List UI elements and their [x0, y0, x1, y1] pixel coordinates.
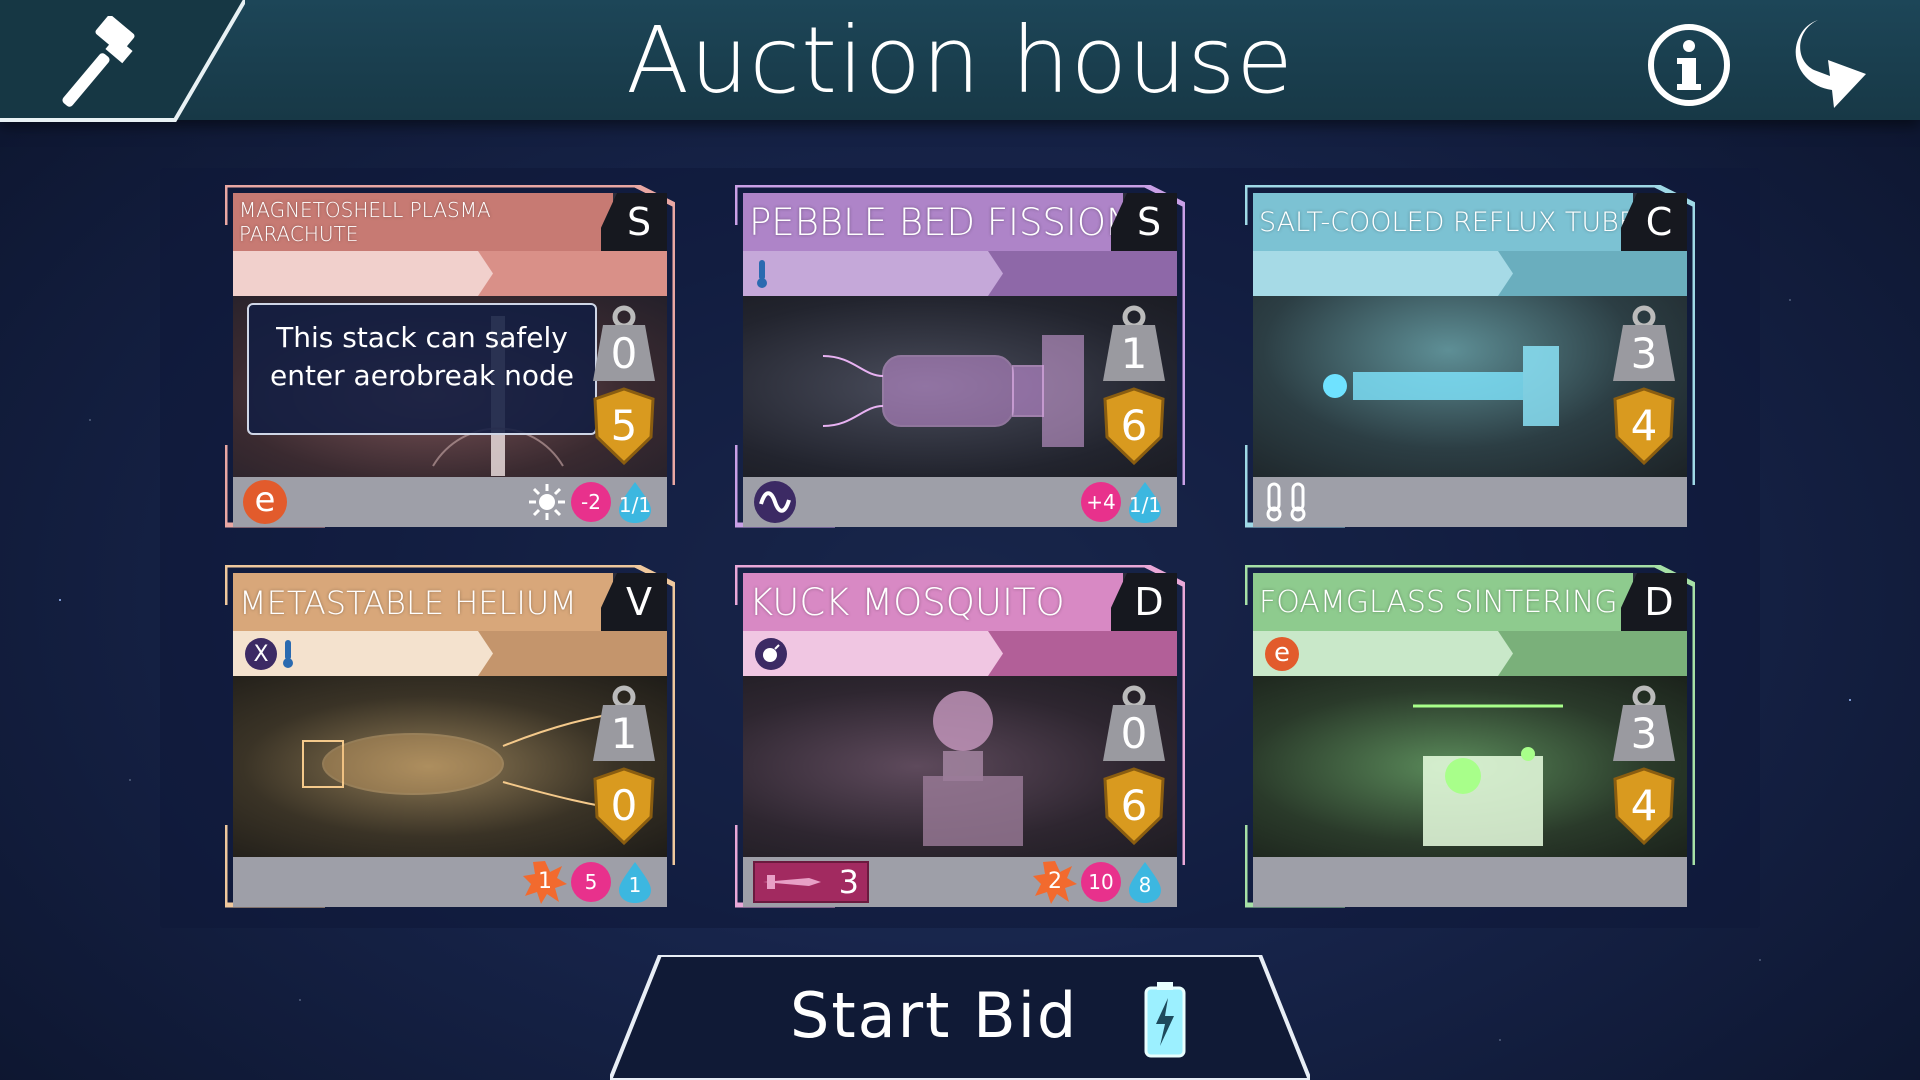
auction-card-2[interactable]: PEBBLE BED FISSION S 1 6 +4 1/1 — [735, 185, 1185, 535]
weight-badge: 1 — [591, 685, 657, 763]
card-name-bar: MAGNETOSHELL PLASMA PARACHUTE — [233, 193, 613, 251]
armor-badge: 4 — [1611, 387, 1677, 465]
card-name: METASTABLE HELIUM — [239, 584, 577, 622]
armor-badge: 6 — [1101, 767, 1167, 845]
armor-badge: 5 — [591, 387, 657, 465]
weight-badge: 0 — [591, 305, 657, 383]
sun-icon — [529, 484, 565, 520]
weight-badge: 1 — [1101, 305, 1167, 383]
pink-stat: -2 — [571, 482, 611, 522]
card-body: FOAMGLASS SINTERING D e 3 4 — [1253, 573, 1687, 907]
weight-value: 0 — [1120, 709, 1148, 758]
armor-value: 6 — [1120, 781, 1148, 830]
weight-badge: 0 — [1101, 685, 1167, 763]
x-icon: X — [245, 638, 277, 670]
back-arrow-icon[interactable] — [1788, 12, 1878, 112]
weapon-count: 3 — [838, 863, 859, 901]
card-body: KUCK MOSQUITO D 0 6 3 2 10 8 — [743, 573, 1177, 907]
auction-card-1[interactable]: MAGNETOSHELL PLASMA PARACHUTE S This sta… — [225, 185, 675, 535]
card-footer: 3 2 10 8 — [743, 857, 1177, 907]
missile-icon — [763, 875, 821, 889]
card-footer — [1253, 857, 1687, 907]
card-tag-bar — [743, 251, 1177, 296]
card-footer: +4 1/1 — [743, 477, 1177, 527]
armor-value: 0 — [610, 781, 638, 830]
auction-card-6[interactable]: FOAMGLASS SINTERING D e 3 4 — [1245, 565, 1695, 915]
bomb-icon — [755, 638, 787, 670]
e-icon: e — [1265, 637, 1299, 671]
weight-badge: 3 — [1611, 685, 1677, 763]
auction-card-5[interactable]: KUCK MOSQUITO D 0 6 3 2 10 8 — [735, 565, 1185, 915]
armor-value: 4 — [1630, 781, 1658, 830]
card-name-bar: KUCK MOSQUITO — [743, 573, 1123, 631]
card-stats: 1 6 — [1101, 305, 1167, 469]
card-body: PEBBLE BED FISSION S 1 6 +4 1/1 — [743, 193, 1177, 527]
thermometer-icon — [283, 640, 293, 668]
drop-stat: 1 — [615, 860, 655, 904]
wave-icon — [754, 481, 796, 523]
weight-value: 1 — [1120, 329, 1148, 378]
burst-stat: 1 — [523, 860, 567, 904]
card-name-bar: FOAMGLASS SINTERING — [1253, 573, 1633, 631]
card-tag-bar — [743, 631, 1177, 676]
card-footer: e -2 1/1 — [233, 477, 667, 527]
tooltip-aerobreak: This stack can safely enter aerobreak no… — [247, 303, 597, 435]
weight-value: 1 — [610, 709, 638, 758]
card-name-bar: METASTABLE HELIUM — [233, 573, 613, 631]
double-thermometer-icon — [1266, 482, 1306, 522]
card-name: PEBBLE BED FISSION — [749, 201, 1119, 244]
card-footer — [1253, 477, 1687, 527]
pink-stat: 10 — [1081, 862, 1121, 902]
pink-stat: 5 — [571, 862, 611, 902]
armor-value: 6 — [1120, 401, 1148, 450]
card-stats: 0 5 — [591, 305, 657, 469]
card-body: METASTABLE HELIUM V X 1 0 1 5 1 — [233, 573, 667, 907]
armor-value: 5 — [610, 401, 638, 450]
info-icon[interactable] — [1646, 22, 1732, 108]
card-stats: 3 4 — [1611, 685, 1677, 849]
thermometer-icon — [757, 260, 767, 288]
card-stats: 1 0 — [591, 685, 657, 849]
drop-stat: 8 — [1125, 860, 1165, 904]
auction-card-3[interactable]: SALT-COOLED REFLUX TUBE C 3 4 — [1245, 185, 1695, 535]
card-body: SALT-COOLED REFLUX TUBE C 3 4 — [1253, 193, 1687, 527]
card-tag-bar: X — [233, 631, 667, 676]
start-bid-label: Start Bid — [790, 979, 1079, 1052]
armor-badge: 4 — [1611, 767, 1677, 845]
armor-badge: 0 — [591, 767, 657, 845]
card-name-bar: PEBBLE BED FISSION — [743, 193, 1123, 251]
weapon-chip: 3 — [753, 861, 869, 903]
start-bid-button[interactable]: Start Bid — [610, 955, 1310, 1080]
header-bar: Auction house — [0, 0, 1920, 122]
pink-stat: +4 — [1081, 482, 1121, 522]
card-stats: 3 4 — [1611, 305, 1677, 469]
card-name: KUCK MOSQUITO — [749, 581, 1065, 624]
card-name-bar: SALT-COOLED REFLUX TUBE — [1253, 193, 1633, 251]
armor-badge: 6 — [1101, 387, 1167, 465]
weight-value: 3 — [1630, 709, 1658, 758]
page-title: Auction house — [626, 7, 1294, 114]
card-name: MAGNETOSHELL PLASMA PARACHUTE — [239, 198, 491, 246]
armor-value: 4 — [1630, 401, 1658, 450]
card-tag-bar: e — [1253, 631, 1687, 676]
burst-stat: 2 — [1033, 860, 1077, 904]
weight-value: 3 — [1630, 329, 1658, 378]
battery-charge-icon — [1144, 982, 1186, 1058]
e-icon: e — [243, 480, 287, 524]
card-body: MAGNETOSHELL PLASMA PARACHUTE S This sta… — [233, 193, 667, 527]
card-footer: 1 5 1 — [233, 857, 667, 907]
card-tag-bar — [233, 251, 667, 296]
card-stats: 0 6 — [1101, 685, 1167, 849]
drop-stat: 1/1 — [615, 480, 655, 524]
card-tag-bar — [1253, 251, 1687, 296]
weight-badge: 3 — [1611, 305, 1677, 383]
auction-card-4[interactable]: METASTABLE HELIUM V X 1 0 1 5 1 — [225, 565, 675, 915]
card-name: FOAMGLASS SINTERING — [1259, 585, 1618, 620]
weight-value: 0 — [610, 329, 638, 378]
drop-stat: 1/1 — [1125, 480, 1165, 524]
card-name: SALT-COOLED REFLUX TUBE — [1259, 207, 1629, 238]
